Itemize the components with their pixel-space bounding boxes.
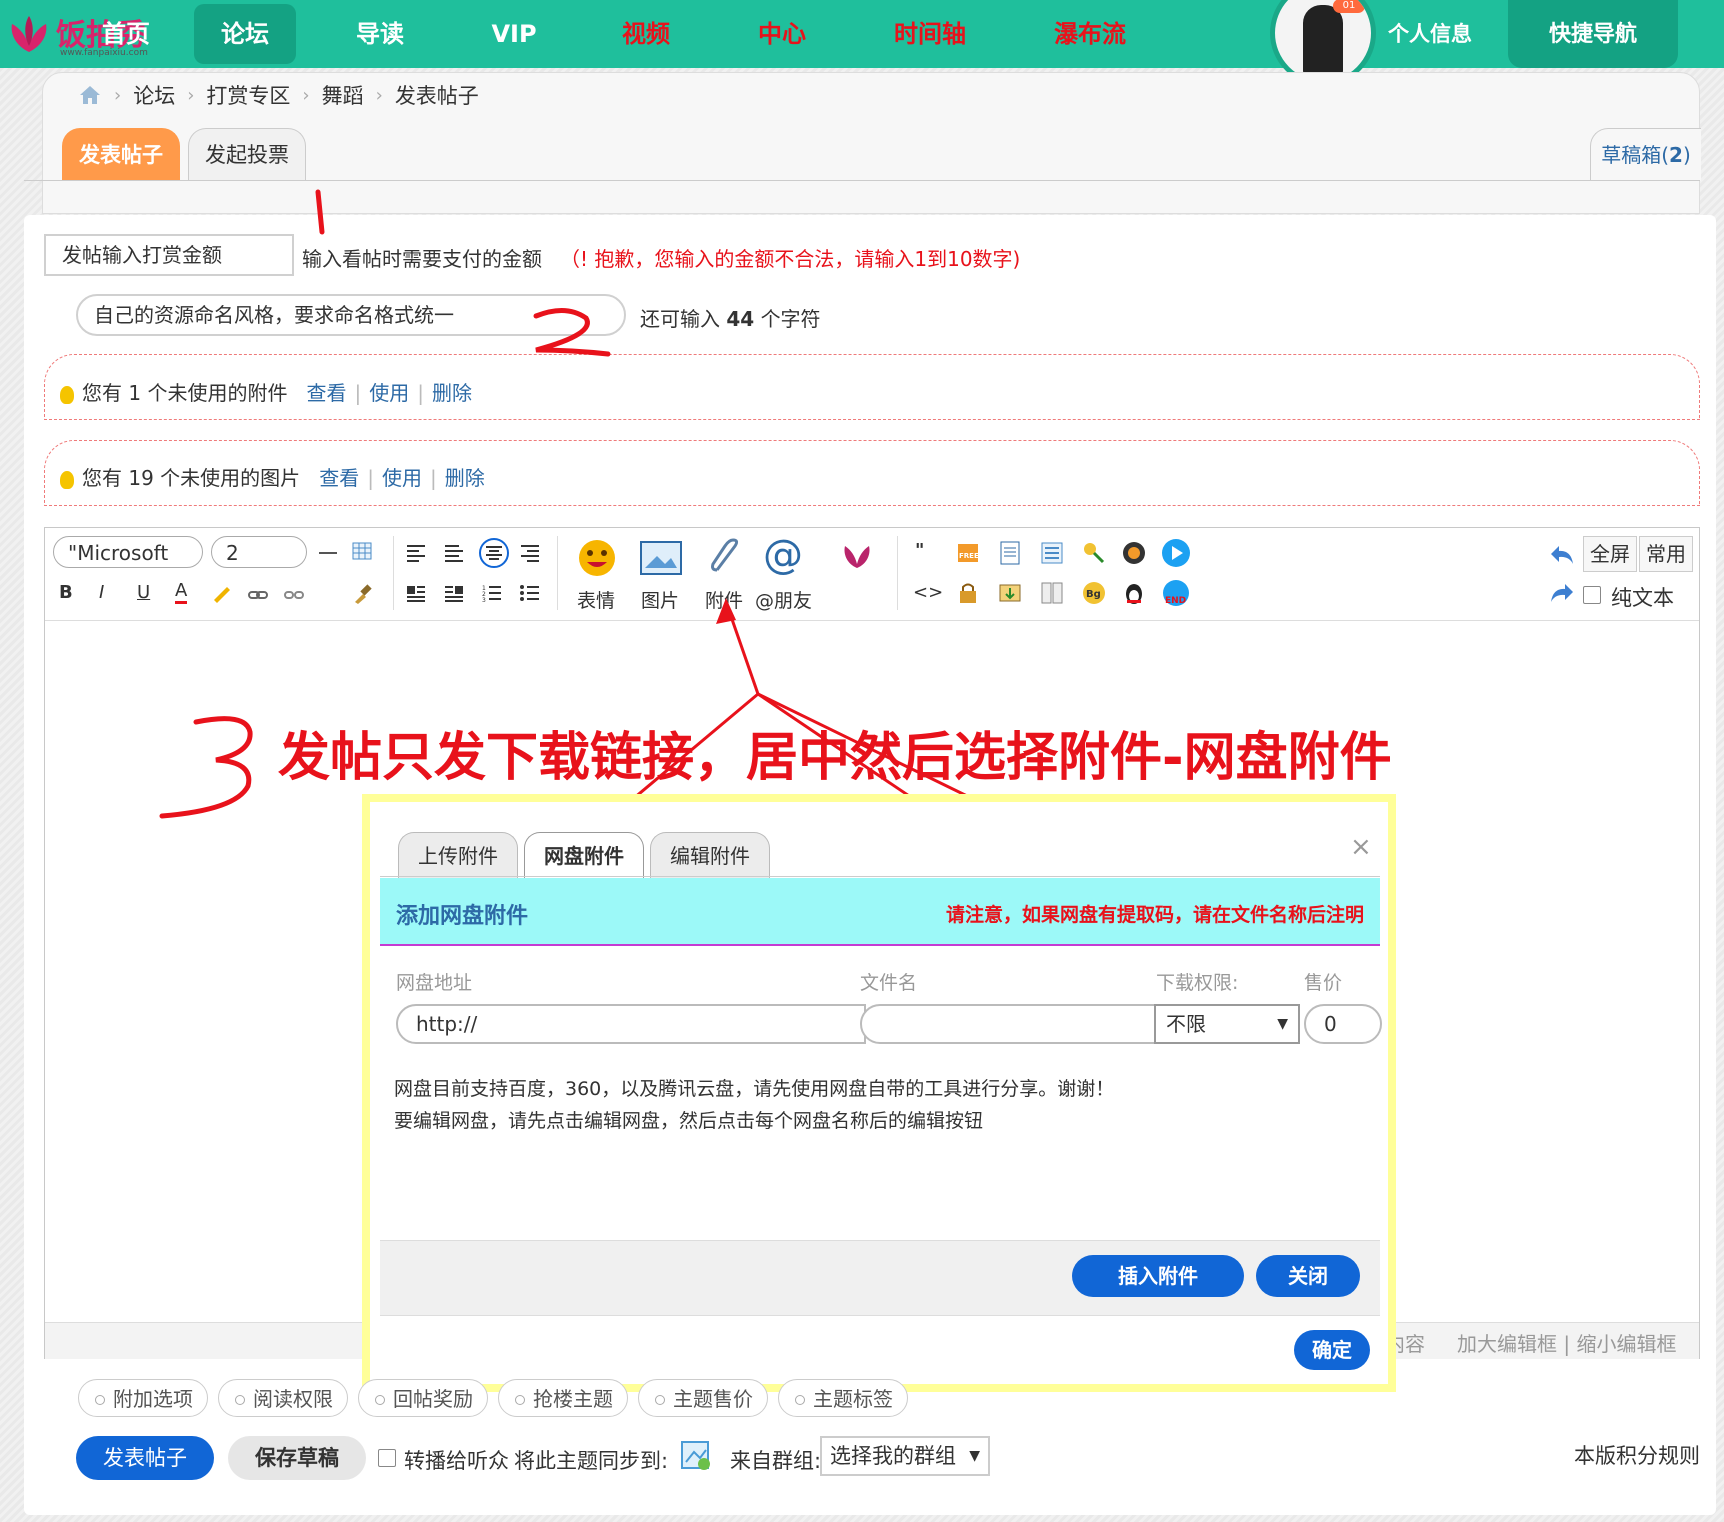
close-icon[interactable]: × xyxy=(1350,832,1372,862)
forum-rules-link[interactable]: 本版积分规则 xyxy=(1574,1440,1700,1470)
group-label: 来自群组: xyxy=(730,1449,822,1473)
thread-price-button[interactable]: 主题售价 xyxy=(638,1379,768,1417)
dialog-header: 添加网盘附件 请注意，如果网盘有提取码，请在文件名称后注明 xyxy=(380,878,1380,946)
annotation-mark-2-stroke xyxy=(533,308,611,357)
tab-upload-attachment[interactable]: 上传附件 xyxy=(398,832,518,879)
price-input[interactable]: 0 xyxy=(1304,1004,1382,1044)
dialog-notice: 请注意，如果网盘有提取码，请在文件名称后注明 xyxy=(945,904,1364,926)
insert-attachment-button[interactable]: 插入附件 xyxy=(1072,1255,1244,1297)
permission-value: 不限 xyxy=(1166,1012,1206,1036)
dialog-tab-divider xyxy=(380,876,1380,877)
download-permission-label: 下载权限: xyxy=(1156,972,1239,994)
broadcast-checkbox[interactable] xyxy=(378,1449,396,1467)
netdisk-url-label: 网盘地址 xyxy=(396,972,473,994)
reply-reward-button[interactable]: 回帖奖励 xyxy=(358,1379,488,1417)
save-draft-button[interactable]: 保存草稿 xyxy=(228,1436,366,1480)
download-permission-select[interactable]: 不限 ▼ xyxy=(1154,1004,1300,1044)
sync-label: 将此主题同步到: xyxy=(514,1449,669,1473)
annotation-mark-3-stroke xyxy=(159,716,253,819)
tab-netdisk-attachment[interactable]: 网盘附件 xyxy=(524,832,644,880)
annotation-instruction: 发帖只发下载链接，居中然后选择附件-网盘附件 xyxy=(278,728,1392,788)
group-select[interactable]: 选择我的群组 ▼ xyxy=(820,1436,990,1476)
extra-options-button[interactable]: 附加选项 xyxy=(78,1379,208,1417)
confirm-button[interactable]: 确定 xyxy=(1294,1330,1370,1370)
dialog-footer: 插入附件 关闭 xyxy=(380,1240,1380,1316)
read-permission-button[interactable]: 阅读权限 xyxy=(218,1379,348,1417)
chevron-down-icon: ▼ xyxy=(969,1448,980,1464)
filename-label: 文件名 xyxy=(860,972,918,994)
qzone-share-icon[interactable] xyxy=(680,1440,712,1472)
tab-edit-attachment[interactable]: 编辑附件 xyxy=(650,832,770,879)
netdisk-support-note: 网盘目前支持百度，360，以及腾讯云盘，请先使用网盘自带的工具进行分享。谢谢！ xyxy=(394,1078,1115,1100)
filename-input[interactable] xyxy=(860,1004,1156,1044)
dialog-title: 添加网盘附件 xyxy=(396,904,529,929)
chevron-down-icon: ▼ xyxy=(1277,1016,1288,1032)
price-label: 售价 xyxy=(1304,972,1343,994)
submit-post-button[interactable]: 发表帖子 xyxy=(76,1436,214,1480)
netdisk-url-input[interactable]: http:// xyxy=(396,1004,866,1044)
thread-tags-button[interactable]: 主题标签 xyxy=(778,1379,908,1417)
floor-grab-button[interactable]: 抢楼主题 xyxy=(498,1379,628,1417)
group-select-value: 选择我的群组 xyxy=(830,1444,956,1468)
close-dialog-button[interactable]: 关闭 xyxy=(1256,1255,1360,1297)
annotation-mark-1-stroke xyxy=(315,189,325,235)
netdisk-edit-note: 要编辑网盘，请先点击编辑网盘，然后点击每个网盘名称后的编辑按钮 xyxy=(394,1110,984,1132)
broadcast-label: 转播给听众 xyxy=(404,1449,509,1473)
netdisk-attachment-dialog: 上传附件 网盘附件 编辑附件 × 添加网盘附件 请注意，如果网盘有提取码，请在文… xyxy=(362,794,1396,1392)
